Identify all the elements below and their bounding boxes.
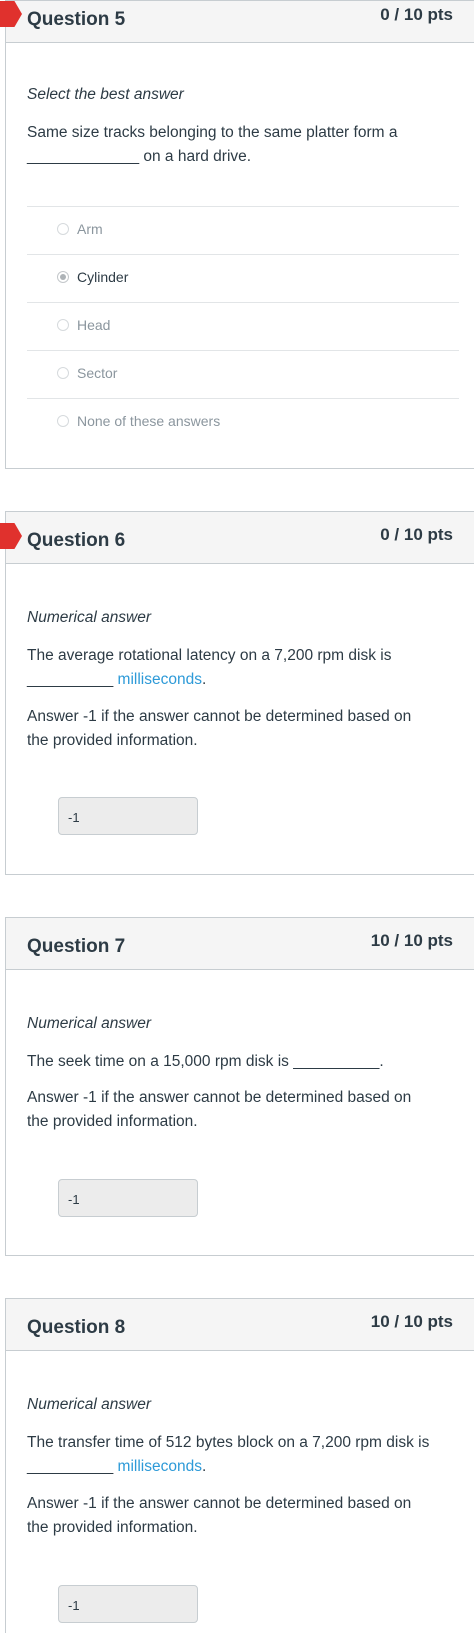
question-title: Question 6 — [27, 530, 126, 551]
question-text-line: The seek time on a 15,000 rpm disk is __… — [27, 1053, 384, 1070]
answer-label: Cylinder — [77, 269, 129, 285]
question-5: Question 5 0 / 10 pts Select the best an… — [5, 0, 474, 469]
question-points: 0 / 10 pts — [380, 5, 453, 24]
note-line: Answer -1 if the answer cannot be determ… — [27, 708, 412, 725]
answer-label: Head — [77, 317, 111, 333]
radio-button[interactable] — [57, 223, 69, 235]
question-note: Answer -1 if the answer cannot be determ… — [27, 1492, 447, 1540]
radio-button-selected[interactable] — [57, 271, 69, 283]
numerical-answer-field[interactable]: -1 — [58, 797, 198, 835]
note-line: the provided information. — [27, 732, 198, 749]
question-text: The transfer time of 512 bytes block on … — [27, 1431, 447, 1479]
question-6: Question 6 0 / 10 pts Numerical answer T… — [5, 511, 474, 875]
question-header: Question 8 10 / 10 pts — [6, 1299, 474, 1351]
question-type: Numerical answer — [27, 1015, 152, 1032]
question-type: Select the best answer — [27, 86, 184, 103]
question-points: 10 / 10 pts — [370, 1312, 453, 1331]
question-text-line: The average rotational latency on a 7,20… — [27, 647, 392, 664]
question-points: 10 / 10 pts — [370, 931, 453, 950]
question-type: Numerical answer — [27, 609, 152, 626]
note-line: Answer -1 if the answer cannot be determ… — [27, 1495, 412, 1512]
radio-button[interactable] — [57, 367, 69, 379]
question-text: Same size tracks belonging to the same p… — [27, 121, 447, 169]
question-note: Answer -1 if the answer cannot be determ… — [27, 705, 447, 753]
question-text: The average rotational latency on a 7,20… — [27, 644, 447, 692]
answer-label: None of these answers — [77, 413, 221, 429]
note-line: Answer -1 if the answer cannot be determ… — [27, 1089, 412, 1106]
answer-label: Sector — [77, 365, 118, 381]
question-title: Question 8 — [27, 1317, 126, 1338]
answer-option-cylinder[interactable]: Cylinder — [27, 254, 459, 302]
question-text-line: __________ milliseconds. — [27, 1455, 447, 1479]
radio-button[interactable] — [57, 415, 69, 427]
question-header: Question 7 10 / 10 pts — [6, 918, 474, 970]
question-text-line: _____________ on a hard drive. — [27, 148, 252, 165]
note-line: the provided information. — [27, 1113, 198, 1130]
question-7: Question 7 10 / 10 pts Numerical answer … — [5, 917, 474, 1256]
answer-option-sector[interactable]: Sector — [27, 350, 459, 398]
question-title: Question 5 — [27, 9, 126, 30]
numerical-answer-field[interactable]: -1 — [58, 1585, 198, 1623]
question-title: Question 7 — [27, 936, 126, 957]
period: . — [201, 671, 207, 688]
question-text-line: Same size tracks belonging to the same p… — [27, 124, 398, 141]
question-text-line: __________ milliseconds. — [27, 668, 447, 692]
period: . — [201, 1458, 207, 1475]
answer-label: Arm — [77, 221, 103, 237]
milliseconds-link[interactable]: milliseconds — [118, 671, 202, 688]
answer-option-arm[interactable]: Arm — [27, 206, 459, 254]
question-8: Question 8 10 / 10 pts Numerical answer … — [5, 1298, 474, 1633]
milliseconds-link[interactable]: milliseconds — [118, 1458, 202, 1475]
question-note: Answer -1 if the answer cannot be determ… — [27, 1086, 447, 1134]
numerical-answer-field[interactable]: -1 — [58, 1179, 198, 1217]
radio-button[interactable] — [57, 319, 69, 331]
question-text-line: The transfer time of 512 bytes block on … — [27, 1434, 430, 1451]
question-text: The seek time on a 15,000 rpm disk is __… — [27, 1050, 447, 1074]
answer-option-none[interactable]: None of these answers — [27, 398, 459, 446]
answer-option-head[interactable]: Head — [27, 302, 459, 350]
blank-line: __________ — [27, 1458, 114, 1475]
note-line: the provided information. — [27, 1519, 198, 1536]
blank-line: __________ — [27, 671, 114, 688]
answer-list: Arm Cylinder Head Sector None of these a… — [27, 206, 459, 446]
question-header: Question 5 0 / 10 pts — [6, 1, 474, 43]
question-header: Question 6 0 / 10 pts — [6, 512, 474, 564]
question-type: Numerical answer — [27, 1396, 152, 1413]
question-points: 0 / 10 pts — [380, 525, 453, 544]
